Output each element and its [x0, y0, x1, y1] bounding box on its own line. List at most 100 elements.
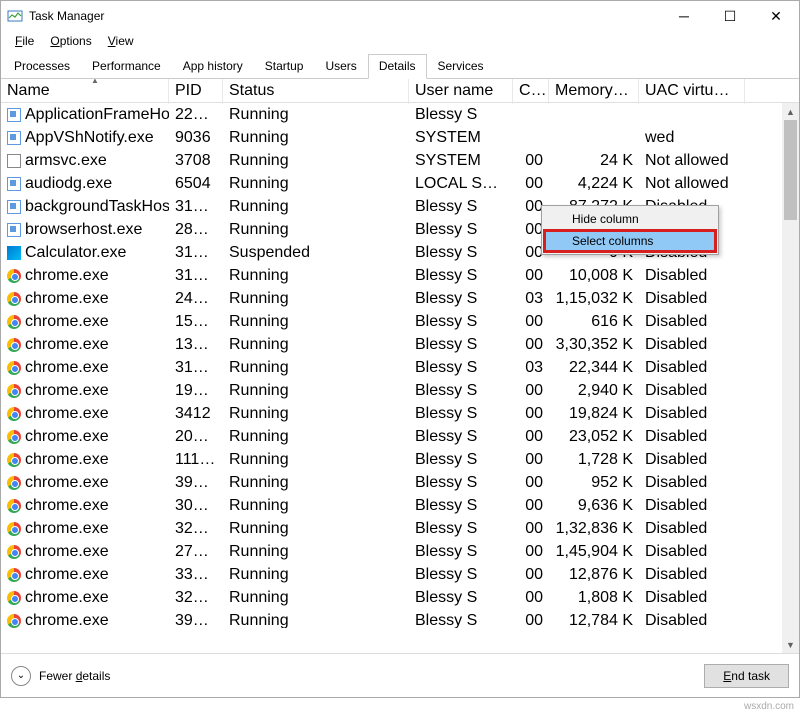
process-cpu: 00 [513, 265, 549, 287]
table-row[interactable]: chrome.exe33292RunningBlessy S0012,876 K… [1, 563, 799, 586]
tab-services[interactable]: Services [427, 54, 495, 79]
process-cpu: 00 [513, 472, 549, 494]
process-cpu: 03 [513, 288, 549, 310]
vertical-scrollbar[interactable]: ▲ ▼ [782, 103, 799, 653]
process-cpu: 00 [513, 334, 549, 356]
process-name: chrome.exe [25, 451, 109, 469]
process-icon [7, 591, 21, 605]
table-row[interactable]: chrome.exe19828RunningBlessy S002,940 KD… [1, 379, 799, 402]
table-row[interactable]: armsvc.exe3708RunningSYSTEM0024 KNot all… [1, 149, 799, 172]
menu-view[interactable]: View [102, 32, 140, 50]
sort-indicator-icon: ▲ [91, 79, 99, 85]
table-row[interactable]: chrome.exe11132RunningBlessy S001,728 KD… [1, 448, 799, 471]
process-icon [7, 338, 21, 352]
column-name[interactable]: Name▲ [1, 79, 169, 104]
minimize-button[interactable]: ─ [661, 1, 707, 31]
process-uac: Disabled [639, 288, 745, 310]
column-pid[interactable]: PID [169, 79, 223, 104]
process-uac: Disabled [639, 472, 745, 494]
table-body[interactable]: ApplicationFrameHo...22420RunningBlessy … [1, 103, 799, 628]
table-row[interactable]: chrome.exe3412RunningBlessy S0019,824 KD… [1, 402, 799, 425]
maximize-button[interactable]: ☐ [707, 1, 753, 31]
process-uac: Disabled [639, 334, 745, 356]
context-hide-column[interactable]: Hide column [544, 208, 716, 230]
table-row[interactable]: chrome.exe24120RunningBlessy S031,15,032… [1, 287, 799, 310]
process-status: Running [223, 288, 409, 310]
process-cpu: 00 [513, 403, 549, 425]
process-uac: Disabled [639, 564, 745, 586]
fewer-details-button[interactable]: ⌄ Fewer details [11, 666, 110, 686]
process-pid: 19828 [169, 380, 223, 402]
process-icon [7, 614, 21, 628]
column-uac[interactable]: UAC virtualizati... [639, 79, 745, 104]
process-memory: 19,824 K [549, 403, 639, 425]
process-cpu: 00 [513, 518, 549, 540]
table-row[interactable]: chrome.exe31008RunningBlessy S0010,008 K… [1, 264, 799, 287]
process-status: Running [223, 587, 409, 609]
column-context-menu: Hide column Select columns [541, 205, 719, 255]
process-status: Running [223, 127, 409, 149]
process-user: Blessy S [409, 104, 513, 126]
process-uac: Not allowed [639, 150, 745, 172]
scroll-down-icon[interactable]: ▼ [782, 636, 799, 653]
table-row[interactable]: ApplicationFrameHo...22420RunningBlessy … [1, 103, 799, 126]
column-memory[interactable]: Memory (ac... [549, 79, 639, 104]
process-uac: Disabled [639, 449, 745, 471]
process-memory: 1,728 K [549, 449, 639, 471]
process-cpu: 00 [513, 610, 549, 629]
process-cpu: 00 [513, 495, 549, 517]
process-name: chrome.exe [25, 405, 109, 423]
menu-file[interactable]: File [9, 32, 40, 50]
column-user[interactable]: User name [409, 79, 513, 104]
table-row[interactable]: chrome.exe39512RunningBlessy S00952 KDis… [1, 471, 799, 494]
process-user: Blessy S [409, 495, 513, 517]
process-status: Running [223, 196, 409, 218]
process-pid: 31024 [169, 242, 223, 264]
process-memory: 9,636 K [549, 495, 639, 517]
tab-details[interactable]: Details [368, 54, 427, 79]
table-row[interactable]: chrome.exe32176RunningBlessy S001,32,836… [1, 517, 799, 540]
collapse-icon: ⌄ [11, 666, 31, 686]
column-status[interactable]: Status [223, 79, 409, 104]
table-row[interactable]: chrome.exe31304RunningBlessy S0322,344 K… [1, 356, 799, 379]
table-row[interactable]: audiodg.exe6504RunningLOCAL SER...004,22… [1, 172, 799, 195]
process-memory: 3,30,352 K [549, 334, 639, 356]
process-status: Running [223, 219, 409, 241]
process-icon [7, 499, 21, 513]
process-pid: 32176 [169, 518, 223, 540]
table-row[interactable]: AppVShNotify.exe9036RunningSYSTEMwed [1, 126, 799, 149]
table-row[interactable]: chrome.exe30452RunningBlessy S009,636 KD… [1, 494, 799, 517]
process-pid: 22420 [169, 104, 223, 126]
process-status: Running [223, 334, 409, 356]
close-button[interactable]: ✕ [753, 1, 799, 31]
process-name: chrome.exe [25, 589, 109, 607]
table-row[interactable]: chrome.exe13424RunningBlessy S003,30,352… [1, 333, 799, 356]
table-row[interactable]: chrome.exe27376RunningBlessy S001,45,904… [1, 540, 799, 563]
end-task-button[interactable]: End task [704, 664, 789, 688]
tab-processes[interactable]: Processes [3, 54, 81, 79]
table-row[interactable]: chrome.exe32468RunningBlessy S001,808 KD… [1, 586, 799, 609]
column-cpu[interactable]: CPU [513, 79, 549, 104]
table-row[interactable]: chrome.exe15576RunningBlessy S00616 KDis… [1, 310, 799, 333]
process-status: Running [223, 150, 409, 172]
tab-performance[interactable]: Performance [81, 54, 172, 79]
process-memory [549, 113, 639, 117]
process-uac: Disabled [639, 610, 745, 629]
process-user: Blessy S [409, 242, 513, 264]
scroll-up-icon[interactable]: ▲ [782, 103, 799, 120]
tab-app-history[interactable]: App history [172, 54, 254, 79]
table-row[interactable]: chrome.exe39740RunningBlessy S0012,784 K… [1, 609, 799, 628]
process-pid: 32468 [169, 587, 223, 609]
process-icon [7, 361, 21, 375]
process-icon [7, 545, 21, 559]
process-user: Blessy S [409, 610, 513, 629]
process-cpu: 00 [513, 587, 549, 609]
process-icon [7, 568, 21, 582]
scroll-thumb[interactable] [784, 120, 797, 220]
tab-users[interactable]: Users [314, 54, 367, 79]
menu-options[interactable]: Options [44, 32, 97, 50]
process-cpu: 00 [513, 311, 549, 333]
table-row[interactable]: chrome.exe20272RunningBlessy S0023,052 K… [1, 425, 799, 448]
tab-startup[interactable]: Startup [254, 54, 315, 79]
context-select-columns[interactable]: Select columns [543, 229, 717, 253]
